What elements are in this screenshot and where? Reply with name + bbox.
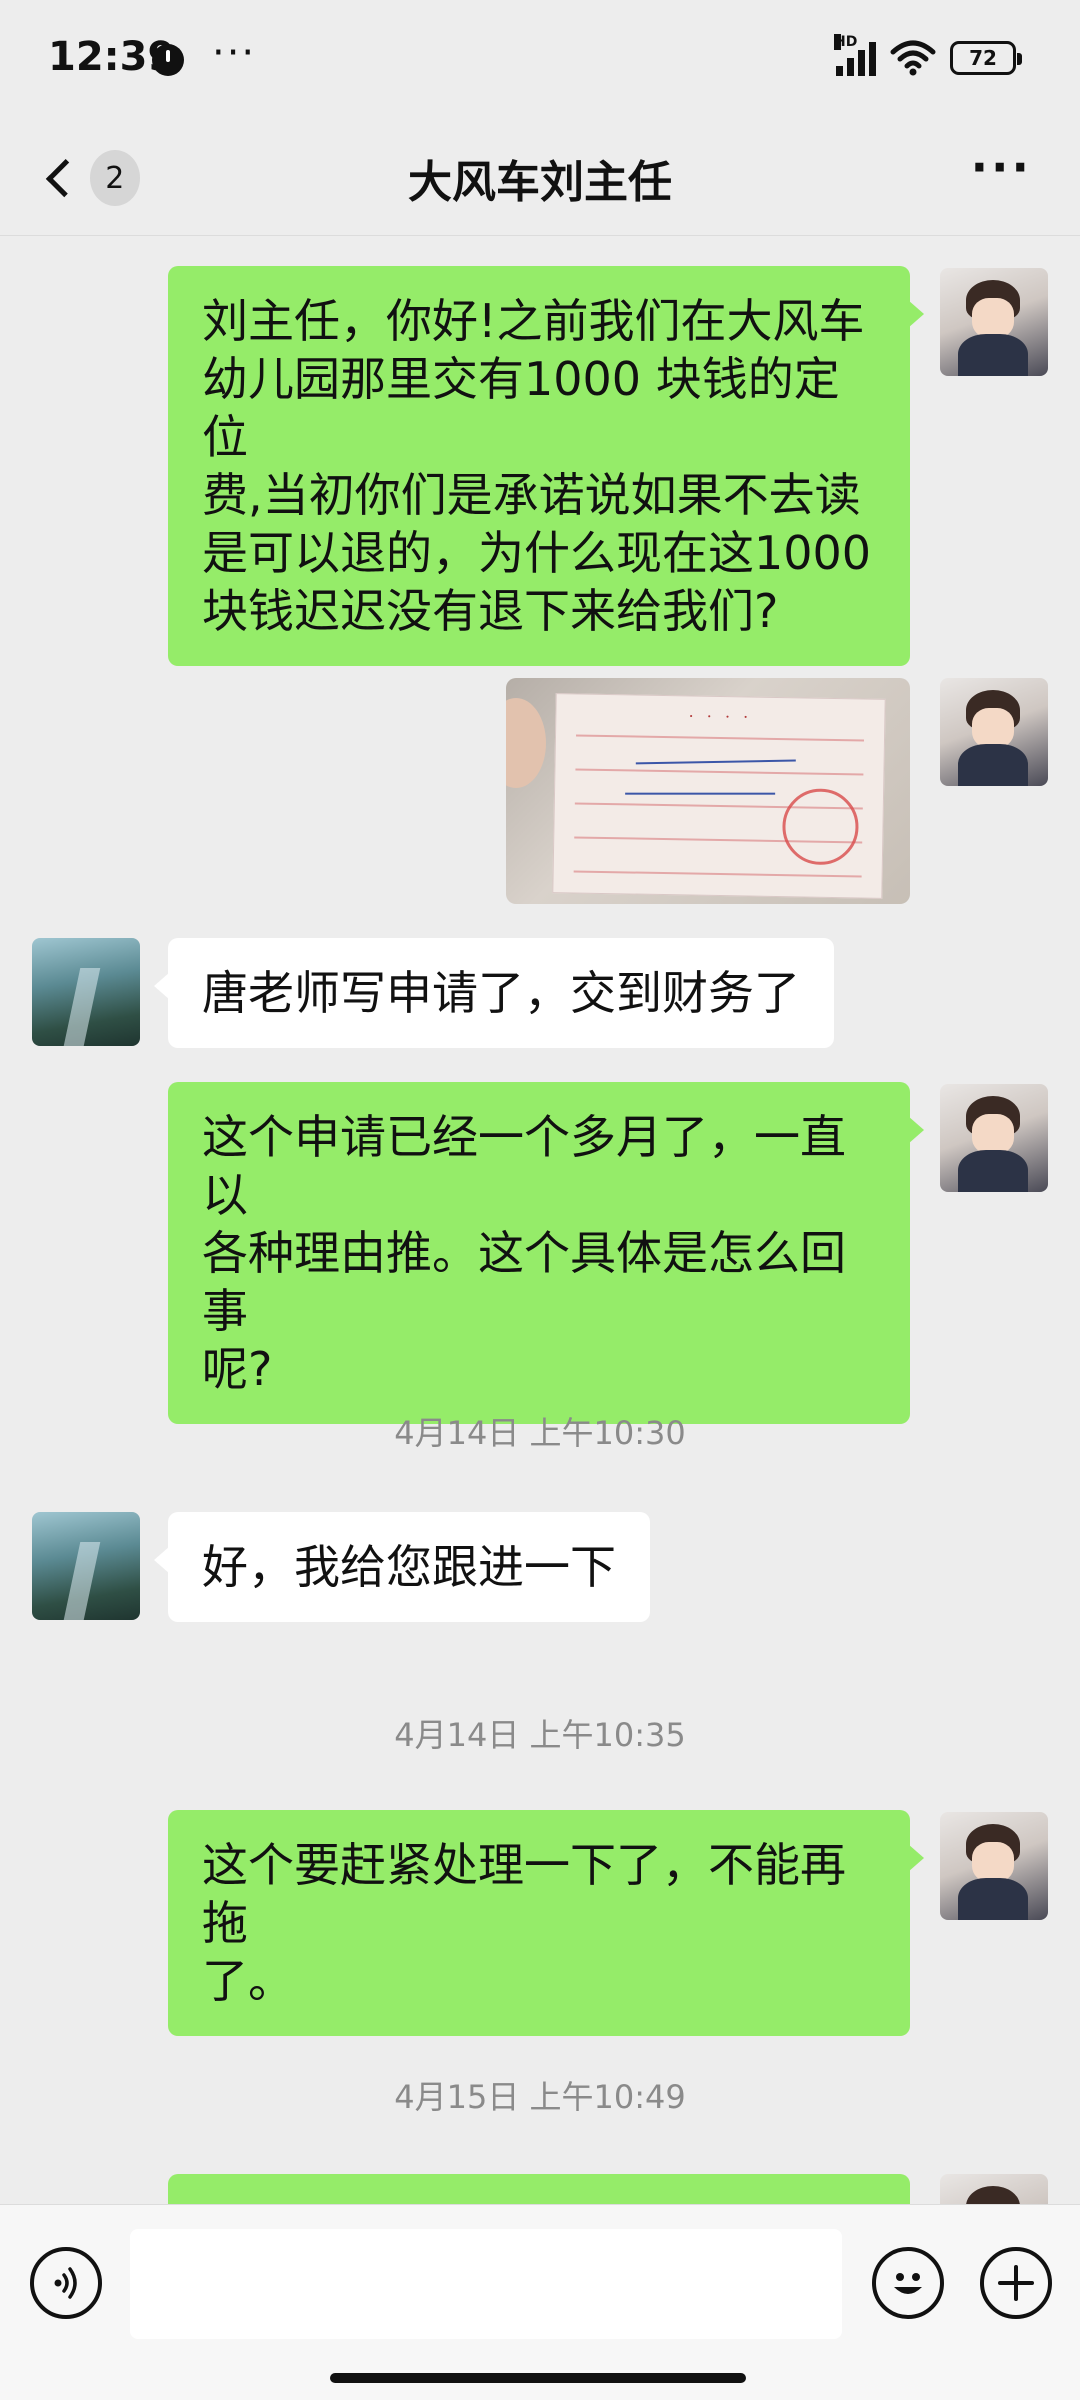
message-line: 幼儿园那里交有1000 块钱的定位 (202, 352, 840, 464)
message-input[interactable] (130, 2229, 842, 2339)
message-line: 是可以退的，为什么现在这1000 (202, 526, 872, 580)
my-avatar[interactable] (940, 268, 1048, 376)
message-line: 呢? (202, 1342, 273, 1396)
my-avatar[interactable] (940, 678, 1048, 786)
receipt-title-mark: · · · · (688, 706, 753, 727)
my-avatar[interactable] (940, 1084, 1048, 1192)
receipt-image: · · · · (552, 693, 886, 899)
chat-header: 2 大风车刘主任 ··· (0, 120, 1080, 236)
emoji-icon (894, 2273, 922, 2294)
status-icons: HD 72 (834, 34, 1022, 76)
message-timestamp: 4月14日 上午10:35 (394, 1716, 686, 1754)
my-avatar[interactable] (940, 2174, 1048, 2204)
message-bubble-sent-partial[interactable] (168, 2174, 910, 2204)
finger-in-photo (506, 698, 546, 788)
status-bar: 12:39 ··· HD 72 (0, 0, 1080, 120)
handwriting-mark (635, 747, 796, 765)
wifi-icon (890, 40, 936, 76)
emoji-button[interactable] (872, 2247, 944, 2319)
message-bubble-sent[interactable]: 这个申请已经一个多月了，一直以 各种理由推。这个具体是怎么回事 呢? (168, 1082, 924, 1424)
message-bubble-received[interactable]: 唐老师写申请了，交到财务了 (154, 938, 834, 1048)
message-bubble-received[interactable]: 好，我给您跟进一下 (154, 1512, 650, 1622)
more-options-button[interactable]: ··· (971, 140, 1032, 194)
plus-icon (998, 2265, 1034, 2301)
message-line: 费,当初你们是承诺说如果不去读 (202, 468, 861, 522)
message-line: 了。 (202, 1954, 294, 2008)
status-more-indicator: ··· (212, 30, 257, 76)
message-timestamp: 4月14日 上午10:30 (394, 1414, 686, 1452)
more-functions-button[interactable] (980, 2247, 1052, 2319)
message-list[interactable]: 刘主任，你好!之前我们在大风车 幼儿园那里交有1000 块钱的定位 费,当初你们… (0, 236, 1080, 2204)
chat-screen: 12:39 ··· HD 72 2 大风车刘主任 ··· 刘主任，你好!之前我们… (0, 0, 1080, 2400)
home-indicator[interactable] (330, 2373, 746, 2383)
network-type-label: HD (834, 34, 858, 50)
message-timestamp: 4月15日 上午10:49 (394, 2078, 686, 2116)
chat-title: 大风车刘主任 (408, 157, 672, 208)
message-line: 这个要赶紧处理一下了，不能再拖 (202, 1838, 846, 1950)
input-bar (0, 2204, 1080, 2400)
signal-icon: HD (834, 34, 876, 76)
message-bubble-sent[interactable]: 这个要赶紧处理一下了，不能再拖 了。 (168, 1810, 924, 2036)
receipt-photo-message[interactable]: · · · · (506, 678, 910, 904)
contact-avatar[interactable] (32, 1512, 140, 1620)
voice-button[interactable] (30, 2247, 102, 2319)
message-line: 各种理由推。这个具体是怎么回事 (202, 1226, 846, 1338)
do-not-disturb-icon (152, 44, 184, 76)
contact-avatar[interactable] (32, 938, 140, 1046)
handwriting-mark (625, 780, 776, 795)
red-seal-stamp (781, 788, 860, 866)
battery-icon: 72 (950, 41, 1022, 75)
message-bubble-sent[interactable]: 刘主任，你好!之前我们在大风车 幼儿园那里交有1000 块钱的定位 费,当初你们… (168, 266, 924, 666)
voice-icon (54, 2267, 77, 2299)
message-line: 块钱迟迟没有退下来给我们? (202, 584, 779, 638)
message-line: 刘主任，你好!之前我们在大风车 (202, 294, 865, 348)
my-avatar[interactable] (940, 1812, 1048, 1920)
message-line: 这个申请已经一个多月了，一直以 (202, 1110, 846, 1222)
